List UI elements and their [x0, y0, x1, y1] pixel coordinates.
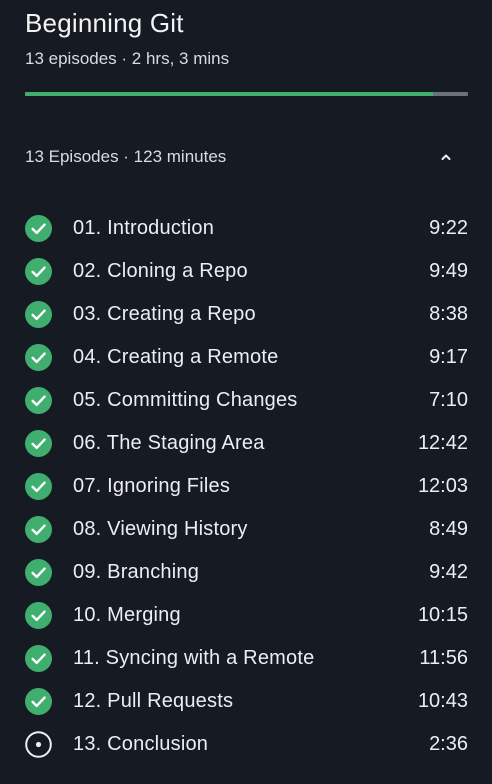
course-progress-bar — [25, 92, 468, 96]
episode-row[interactable]: 10. Merging 10:15 — [25, 594, 468, 637]
episode-title: 08. Viewing History — [73, 518, 248, 540]
episode-title: 02. Cloning a Repo — [73, 260, 248, 282]
episode-duration: 9:22 — [429, 217, 468, 239]
section-summary: 13 Episodes · 123 minutes — [25, 147, 227, 166]
episode-title: 05. Committing Changes — [73, 389, 298, 411]
episode-duration: 9:17 — [429, 346, 468, 368]
completed-check-icon — [25, 258, 52, 285]
episode-duration: 9:42 — [429, 561, 468, 583]
in-progress-icon — [25, 731, 52, 758]
completed-check-icon — [25, 215, 52, 242]
episode-title: 13. Conclusion — [73, 733, 209, 755]
episode-row[interactable]: 07. Ignoring Files 12:03 — [25, 465, 468, 508]
episode-title: 07. Ignoring Files — [73, 475, 231, 497]
section-toggle[interactable]: 13 Episodes · 123 minutes — [25, 143, 468, 171]
episode-duration: 2:36 — [429, 733, 468, 755]
episode-row[interactable]: 08. Viewing History 8:49 — [25, 508, 468, 551]
completed-check-icon — [25, 559, 52, 586]
episode-title: 04. Creating a Remote — [73, 346, 279, 368]
episode-duration: 12:03 — [417, 475, 468, 497]
episode-title: 12. Pull Requests — [73, 690, 234, 712]
episode-duration: 8:38 — [429, 303, 468, 325]
completed-check-icon — [25, 430, 52, 457]
episode-row[interactable]: 03. Creating a Repo 8:38 — [25, 293, 468, 336]
episode-title: 09. Branching — [73, 561, 200, 583]
completed-check-icon — [25, 344, 52, 371]
course-meta: 13 episodes · 2 hrs, 3 mins — [25, 49, 230, 68]
episode-title: 03. Creating a Repo — [73, 303, 256, 325]
course-progress-fill — [25, 92, 434, 96]
completed-check-icon — [25, 473, 52, 500]
chevron-up-icon[interactable] — [435, 146, 457, 168]
episode-duration: 7:10 — [429, 389, 468, 411]
episode-title: 10. Merging — [73, 604, 181, 626]
episode-duration: 11:56 — [419, 647, 468, 669]
episode-row[interactable]: 01. Introduction 9:22 — [25, 207, 468, 250]
episode-duration: 10:43 — [417, 690, 468, 712]
episode-row[interactable]: 04. Creating a Remote 9:17 — [25, 336, 468, 379]
course-header: Beginning Git 13 episodes · 2 hrs, 3 min… — [25, 6, 468, 71]
completed-check-icon — [25, 387, 52, 414]
episode-title: 11. Syncing with a Remote — [73, 647, 315, 669]
completed-check-icon — [25, 516, 52, 543]
episode-row[interactable]: 09. Branching 9:42 — [25, 551, 468, 594]
completed-check-icon — [25, 301, 52, 328]
course-title: Beginning Git — [25, 8, 184, 38]
episode-row[interactable]: 12. Pull Requests 10:43 — [25, 680, 468, 723]
episode-duration: 9:49 — [429, 260, 468, 282]
episode-row[interactable]: 02. Cloning a Repo 9:49 — [25, 250, 468, 293]
episode-list: 01. Introduction 9:22 02. Cloning a Repo 9:… — [25, 207, 468, 766]
completed-check-icon — [25, 645, 52, 672]
episode-duration: 12:42 — [417, 432, 468, 454]
completed-check-icon — [25, 602, 52, 629]
episode-row[interactable]: 13. Conclusion 2:36 — [25, 723, 468, 766]
episode-row[interactable]: 05. Committing Changes 7:10 — [25, 379, 468, 422]
episode-row[interactable]: 11. Syncing with a Remote 11:56 — [25, 637, 468, 680]
completed-check-icon — [25, 688, 52, 715]
episode-duration: 10:15 — [417, 604, 468, 626]
episode-title: 06. The Staging Area — [73, 432, 265, 454]
episode-title: 01. Introduction — [73, 217, 215, 239]
episode-duration: 8:49 — [429, 518, 468, 540]
episode-row[interactable]: 06. The Staging Area 12:42 — [25, 422, 468, 465]
